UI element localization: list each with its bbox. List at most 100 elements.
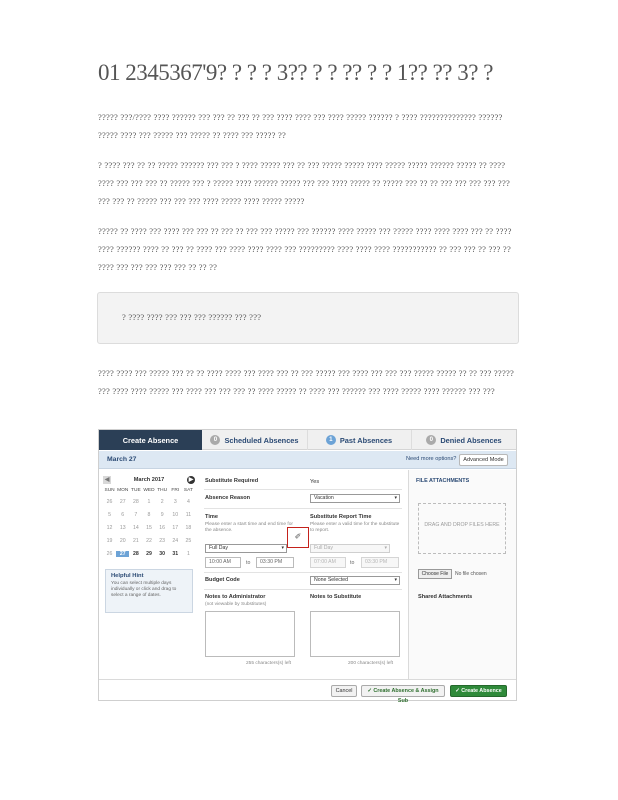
page-title: 01 2345367'9? ? ? ? 3?? ? ? ?? ? ? 1?? ?… bbox=[98, 60, 493, 85]
substitute-end-input[interactable]: 03:30 PM bbox=[361, 557, 399, 568]
notes-admin-label: Notes to Administrator bbox=[205, 594, 266, 600]
absence-tabs: Create Absence 0 Scheduled Absences 1 Pa… bbox=[99, 430, 516, 450]
weekday-label: WED bbox=[143, 488, 155, 493]
calendar-day[interactable]: 22 bbox=[142, 538, 155, 544]
time-select[interactable]: Full Day bbox=[205, 544, 287, 553]
paragraph-1: ????? ???/???? ???? ?????? ??? ??? ?? ??… bbox=[98, 112, 503, 140]
absence-reason-select[interactable]: Vacation bbox=[310, 494, 400, 503]
cancel-button[interactable]: Cancel bbox=[331, 685, 357, 697]
advanced-mode-button[interactable]: Advanced Mode bbox=[459, 454, 508, 466]
calendar-day[interactable]: 10 bbox=[169, 512, 182, 518]
substitute-char-count: 200 characters(s) left bbox=[348, 661, 394, 666]
calendar-day[interactable]: 7 bbox=[129, 512, 142, 518]
prev-month-icon[interactable]: ◀ bbox=[103, 476, 111, 484]
callout-box: ? ???? ???? ??? ??? ??? ?????? ??? ??? bbox=[97, 292, 519, 344]
to-text: to bbox=[246, 560, 251, 566]
choose-file-button[interactable]: Choose File bbox=[418, 569, 452, 579]
divider bbox=[204, 572, 402, 573]
budget-code-select[interactable]: None Selected bbox=[310, 576, 400, 585]
admin-char-count: 255 characters(s) left bbox=[246, 661, 292, 666]
calendar-day[interactable]: 29 bbox=[142, 551, 155, 557]
need-more-options-text: Need more options? bbox=[406, 456, 457, 462]
copy-time-icon[interactable]: ✐ bbox=[287, 527, 309, 548]
tab-label: Scheduled Absences bbox=[224, 435, 299, 445]
calendar: ◀ March 2017 ▶ SUN MON TUE WED THU FRI SAT 26 2… bbox=[103, 475, 195, 557]
time-help: Please enter a start time and end time f… bbox=[205, 522, 293, 533]
tab-label: Past Absences bbox=[339, 435, 393, 445]
selected-date-heading: March 27 bbox=[107, 456, 137, 463]
count-badge: 1 bbox=[325, 435, 336, 445]
calendar-day[interactable]: 19 bbox=[103, 538, 116, 544]
calendar-day[interactable]: 6 bbox=[116, 512, 129, 518]
calendar-day[interactable]: 17 bbox=[169, 525, 182, 531]
callout-text: ? ???? ???? ??? ??? ??? ?????? ??? ??? bbox=[122, 312, 262, 322]
notes-substitute-label: Notes to Substitute bbox=[310, 594, 362, 600]
embedded-screenshot: Create Absence 0 Scheduled Absences 1 Pa… bbox=[98, 429, 517, 704]
end-time-input[interactable]: 03:30 PM bbox=[256, 557, 294, 568]
tab-denied-absences[interactable]: 0 Denied Absences bbox=[411, 430, 516, 450]
calendar-day[interactable]: 1 bbox=[182, 551, 195, 557]
calendar-day[interactable]: 2 bbox=[156, 499, 169, 505]
calendar-day[interactable]: 1 bbox=[142, 499, 155, 505]
substitute-start-input[interactable]: 07:00 AM bbox=[310, 557, 346, 568]
calendar-day[interactable]: 28 bbox=[129, 499, 142, 505]
calendar-day[interactable]: 5 bbox=[103, 512, 116, 518]
hint-text: You can select multiple days individuall… bbox=[111, 581, 177, 598]
calendar-month: March 2017 bbox=[133, 477, 165, 483]
tab-scheduled-absences[interactable]: 0 Scheduled Absences bbox=[203, 430, 306, 450]
calendar-day[interactable]: 13 bbox=[116, 525, 129, 531]
substitute-time-select[interactable]: Full Day bbox=[310, 544, 390, 553]
calendar-day[interactable]: 18 bbox=[182, 525, 195, 531]
calendar-day[interactable]: 16 bbox=[156, 525, 169, 531]
notes-to-administrator-textarea[interactable] bbox=[205, 611, 295, 657]
weekday-label: SUN bbox=[104, 488, 115, 493]
calendar-day[interactable]: 4 bbox=[182, 499, 195, 505]
create-and-assign-button[interactable]: ✓ Create Absence & Assign Sub bbox=[361, 685, 445, 704]
weekday-label: SAT bbox=[183, 488, 193, 493]
calendar-day[interactable]: 20 bbox=[116, 538, 129, 544]
weekday-label: TUE bbox=[131, 488, 141, 493]
shared-attachments-label: Shared Attachments bbox=[418, 594, 473, 600]
file-drop-zone[interactable]: DRAG AND DROP FILES HERE bbox=[418, 503, 506, 554]
calendar-day[interactable]: 9 bbox=[156, 512, 169, 518]
calendar-day[interactable]: 3 bbox=[169, 499, 182, 505]
tab-past-absences[interactable]: 1 Past Absences bbox=[307, 430, 410, 450]
weekday-label: FRI bbox=[171, 488, 180, 493]
calendar-day[interactable]: 27 bbox=[116, 499, 129, 505]
calendar-day[interactable]: 27 bbox=[116, 551, 130, 557]
calendar-weekdays: SUN MON TUE WED THU FRI SAT bbox=[103, 488, 195, 493]
calendar-day[interactable]: 28 bbox=[129, 551, 142, 557]
calendar-day[interactable]: 14 bbox=[129, 525, 142, 531]
divider bbox=[204, 508, 402, 509]
budget-code-label: Budget Code bbox=[205, 577, 240, 583]
substitute-required-label: Substitute Required bbox=[205, 478, 259, 484]
create-absence-button[interactable]: ✓ Create Absence bbox=[450, 685, 507, 697]
date-bar: March 27 Need more options? Advanced Mod… bbox=[99, 451, 516, 469]
calendar-day[interactable]: 11 bbox=[182, 512, 195, 518]
tab-label: Create Absence bbox=[122, 435, 179, 445]
tab-label: Denied Absences bbox=[440, 435, 502, 445]
next-month-icon[interactable]: ▶ bbox=[187, 476, 195, 484]
paragraph-3: ????? ?? ???? ??? ???? ??? ??? ?? ??? ??… bbox=[98, 226, 512, 272]
paragraph-2: ? ???? ??? ?? ?? ????? ?????? ??? ??? ? … bbox=[98, 160, 510, 206]
calendar-day[interactable]: 30 bbox=[156, 551, 169, 557]
calendar-day[interactable]: 15 bbox=[142, 525, 155, 531]
calendar-day[interactable]: 26 bbox=[103, 499, 116, 505]
calendar-day[interactable]: 12 bbox=[103, 525, 116, 531]
form-footer: Cancel ✓ Create Absence & Assign Sub ✓ C… bbox=[99, 679, 516, 704]
calendar-days: 26 27 28 1 2 3 4 5 6 7 8 9 10 11 12 13 14 15 16 17 18 19 20 21 2… bbox=[103, 499, 195, 557]
no-file-text: No file chosen bbox=[455, 571, 487, 577]
notes-to-substitute-textarea[interactable] bbox=[310, 611, 400, 657]
tab-create-absence[interactable]: Create Absence bbox=[99, 430, 202, 450]
weekday-label: MON bbox=[117, 488, 129, 493]
attachments-title: FILE ATTACHMENTS bbox=[416, 478, 470, 484]
substitute-required-value: Yes bbox=[310, 479, 320, 485]
calendar-day[interactable]: 25 bbox=[182, 538, 195, 544]
calendar-day[interactable]: 8 bbox=[142, 512, 155, 518]
calendar-day[interactable]: 24 bbox=[169, 538, 182, 544]
start-time-input[interactable]: 10:00 AM bbox=[205, 557, 241, 568]
calendar-day[interactable]: 31 bbox=[169, 551, 182, 557]
calendar-day[interactable]: 26 bbox=[103, 551, 116, 557]
calendar-day[interactable]: 21 bbox=[129, 538, 142, 544]
calendar-day[interactable]: 23 bbox=[156, 538, 169, 544]
